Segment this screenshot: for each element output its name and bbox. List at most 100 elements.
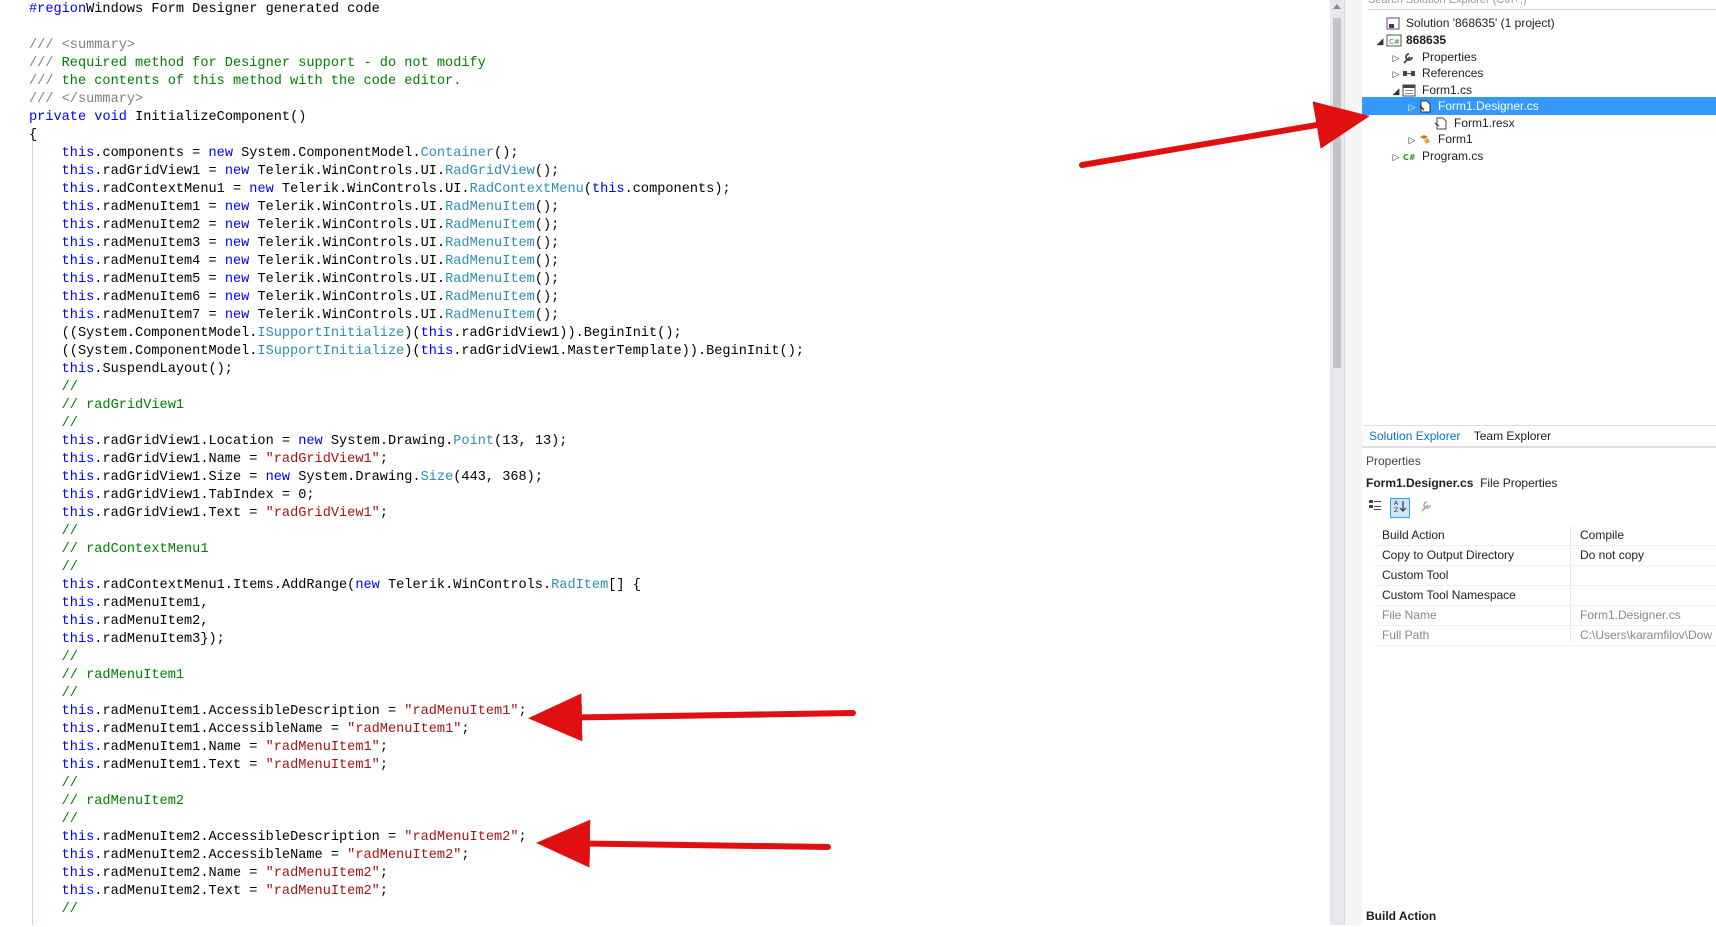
code-line[interactable]: // xyxy=(29,415,804,433)
code-line[interactable]: this.components = new System.ComponentMo… xyxy=(29,145,804,163)
code-line[interactable]: this.radMenuItem1 = new Telerik.WinContr… xyxy=(29,199,804,217)
property-row[interactable]: Copy to Output Directory Do not copy xyxy=(1374,546,1716,566)
code-token: this xyxy=(61,434,95,449)
code-line[interactable]: ((System.ComponentModel.ISupportInitiali… xyxy=(29,325,804,343)
categorized-icon[interactable] xyxy=(1366,499,1384,517)
code-line[interactable]: // xyxy=(29,523,804,541)
code-line[interactable]: // xyxy=(29,379,804,397)
code-line[interactable]: // xyxy=(29,649,804,667)
code-token: .radMenuItem1.AccessibleName = xyxy=(94,722,348,737)
code-line[interactable]: /// the contents of this method with the… xyxy=(29,73,804,91)
code-line[interactable]: this.radGridView1.Location = new System.… xyxy=(29,433,804,451)
property-value[interactable]: Do not copy xyxy=(1580,546,1644,565)
property-row[interactable]: File Name Form1.Designer.cs xyxy=(1374,606,1716,626)
code-editor[interactable]: #regionWindows Form Designer generated c… xyxy=(0,0,1330,925)
code-line[interactable]: // xyxy=(29,811,804,829)
property-row[interactable]: Build Action Compile xyxy=(1374,526,1716,546)
property-row[interactable]: Custom Tool xyxy=(1374,566,1716,586)
code-line[interactable]: this.radMenuItem3}); xyxy=(29,631,804,649)
alphabetical-sort-icon[interactable]: AZ xyxy=(1390,498,1411,518)
code-line[interactable]: this.radMenuItem3 = new Telerik.WinContr… xyxy=(29,235,804,253)
code-line[interactable]: this.radGridView1.Text = "radGridView1"; xyxy=(29,505,804,523)
code-line[interactable]: this.radMenuItem1.Text = "radMenuItem1"; xyxy=(29,757,804,775)
scroll-up-arrow-icon[interactable] xyxy=(1333,4,1341,9)
code-line[interactable]: #regionWindows Form Designer generated c… xyxy=(29,1,804,19)
code-line[interactable]: // xyxy=(29,901,804,919)
code-line[interactable]: this.radMenuItem1, xyxy=(29,595,804,613)
code-token: ; xyxy=(461,722,470,737)
code-line[interactable]: // radGridView1 xyxy=(29,397,804,415)
tree-item-label: Program.cs xyxy=(1422,149,1484,163)
tab-team-explorer[interactable]: Team Explorer xyxy=(1469,426,1556,446)
code-line[interactable]: this.radGridView1.TabIndex = 0; xyxy=(29,487,804,505)
editor-vertical-scrollbar[interactable] xyxy=(1330,0,1344,925)
code-token: this xyxy=(61,218,95,233)
code-line[interactable]: // radContextMenu1 xyxy=(29,541,804,559)
code-line[interactable]: this.radMenuItem2.Text = "radMenuItem2"; xyxy=(29,883,804,901)
panel-splitter[interactable] xyxy=(1344,0,1363,925)
code-line[interactable]: // xyxy=(29,559,804,577)
code-line[interactable]: this.radGridView1.Name = "radGridView1"; xyxy=(29,451,804,469)
code-line[interactable]: this.radGridView1 = new Telerik.WinContr… xyxy=(29,163,804,181)
code-token: Windows Form Designer generated code xyxy=(86,2,380,17)
code-line[interactable]: /// </summary> xyxy=(29,91,804,109)
tree-item-form1-designer-cs[interactable]: ▷ Form1.Designer.cs xyxy=(1362,97,1716,115)
tree-item-solution-868635-1-project[interactable]: Solution '868635' (1 project) xyxy=(1374,14,1555,32)
expanded-arrow-icon[interactable]: ◢ xyxy=(1374,32,1386,50)
code-token: // xyxy=(61,776,78,791)
code-line[interactable]: this.radMenuItem2.AccessibleName = "radM… xyxy=(29,847,804,865)
property-row[interactable]: Full Path C:\Users\karamfilov\Dow xyxy=(1374,626,1716,646)
code-line[interactable]: private void InitializeComponent() xyxy=(29,109,804,127)
solution-explorer-search-input[interactable]: Search Solution Explorer (Ctrl+;) xyxy=(1368,0,1716,10)
tree-item-form1[interactable]: ▷ Form1 xyxy=(1406,130,1473,148)
code-line[interactable]: this.SuspendLayout(); xyxy=(29,361,804,379)
code-line[interactable]: this.radMenuItem4 = new Telerik.WinContr… xyxy=(29,253,804,271)
code-line[interactable]: this.radMenuItem7 = new Telerik.WinContr… xyxy=(29,307,804,325)
code-text[interactable]: #regionWindows Form Designer generated c… xyxy=(29,1,804,919)
code-line[interactable] xyxy=(29,19,804,37)
code-line[interactable]: // radMenuItem1 xyxy=(29,667,804,685)
property-pages-wrench-icon[interactable] xyxy=(1417,499,1435,517)
property-row[interactable]: Custom Tool Namespace xyxy=(1374,586,1716,606)
code-line[interactable]: // xyxy=(29,685,804,703)
code-token: this xyxy=(61,578,95,593)
code-line[interactable]: // xyxy=(29,775,804,793)
code-line[interactable]: { xyxy=(29,127,804,145)
code-line[interactable]: /// <summary> xyxy=(29,37,804,55)
code-line[interactable]: this.radContextMenu1.Items.AddRange(new … xyxy=(29,577,804,595)
code-line[interactable]: // radMenuItem2 xyxy=(29,793,804,811)
code-line[interactable]: this.radMenuItem2, xyxy=(29,613,804,631)
tab-solution-explorer[interactable]: Solution Explorer xyxy=(1364,426,1465,446)
code-line[interactable]: this.radGridView1.Size = new System.Draw… xyxy=(29,469,804,487)
code-line[interactable]: this.radMenuItem2.AccessibleDescription … xyxy=(29,829,804,847)
code-line[interactable]: this.radMenuItem6 = new Telerik.WinContr… xyxy=(29,289,804,307)
code-line[interactable]: this.radMenuItem1.Name = "radMenuItem1"; xyxy=(29,739,804,757)
properties-object-selector[interactable]: Form1.Designer.cs File Properties xyxy=(1366,476,1557,490)
code-token: this xyxy=(61,488,95,503)
code-token: "radMenuItem2" xyxy=(347,848,462,863)
scrollbar-thumb[interactable] xyxy=(1333,18,1341,368)
code-token: new xyxy=(355,578,380,593)
collapsed-arrow-icon[interactable]: ▷ xyxy=(1390,148,1402,166)
code-line[interactable]: ((System.ComponentModel.ISupportInitiali… xyxy=(29,343,804,361)
code-line[interactable]: /// Required method for Designer support… xyxy=(29,55,804,73)
code-line[interactable]: this.radMenuItem2 = new Telerik.WinContr… xyxy=(29,217,804,235)
tree-item-references[interactable]: ▷ References xyxy=(1390,64,1484,82)
code-token: void xyxy=(94,110,127,125)
code-token: RadMenuItem xyxy=(445,254,535,269)
code-line[interactable]: this.radMenuItem5 = new Telerik.WinContr… xyxy=(29,271,804,289)
code-line[interactable]: this.radMenuItem1.AccessibleDescription … xyxy=(29,703,804,721)
tree-item-program-cs[interactable]: ▷ C# Program.cs xyxy=(1390,147,1484,166)
tree-item-868635[interactable]: ◢ C# 868635 xyxy=(1374,31,1447,50)
property-value[interactable]: Compile xyxy=(1580,526,1624,545)
code-line[interactable]: this.radContextMenu1 = new Telerik.WinCo… xyxy=(29,181,804,199)
code-line[interactable]: this.radMenuItem1.AccessibleName = "radM… xyxy=(29,721,804,739)
svg-text:A: A xyxy=(1394,500,1399,507)
code-line[interactable]: this.radMenuItem2.Name = "radMenuItem2"; xyxy=(29,865,804,883)
collapsed-arrow-icon[interactable]: ▷ xyxy=(1406,98,1418,116)
